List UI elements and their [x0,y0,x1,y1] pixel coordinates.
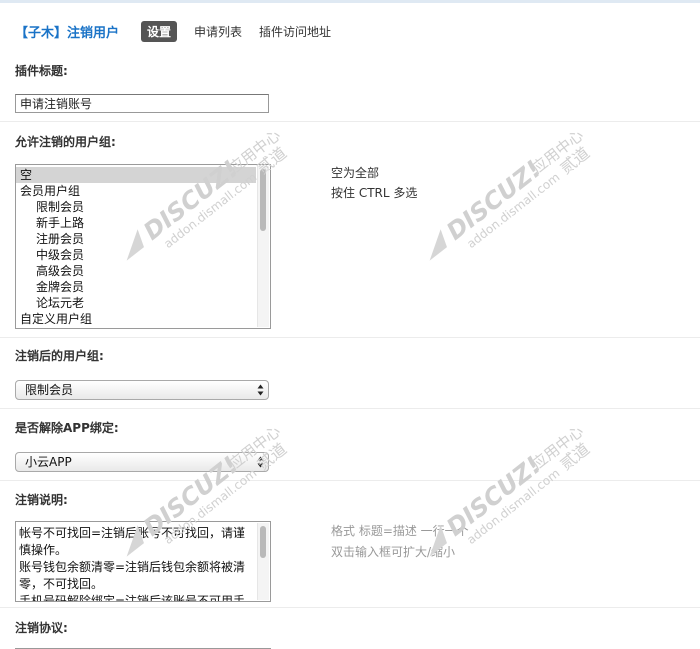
listbox-option[interactable]: 会员用户组 [16,183,270,199]
select-arrows-icon [257,456,264,468]
hint-line: 空为全部 [331,166,380,180]
after-group-value: 限制会员 [25,383,74,397]
plugin-title: 【子木】注销用户 [15,25,120,41]
description-line: 帐号不可找回=注销后账号不可找回，请谨慎操作。 [19,526,246,557]
row-divider [0,607,700,608]
watermark-cn: 应用中心 [529,132,587,177]
listbox-option[interactable]: 高级会员 [16,263,270,279]
listbox-option[interactable]: 注册会员 [16,231,270,247]
select-arrows-icon [257,384,264,396]
unbind-app-select[interactable]: 小云APP [15,452,269,472]
unbind-app-label: 是否解除APP绑定: [15,421,119,435]
description-text: 帐号不可找回=注销后账号不可找回，请谨慎操作。 账号钱包余额清零=注销后钱包余额将… [16,522,270,602]
row-divider [0,480,700,481]
description-line: 账号钱包余额清零=注销后钱包余额将被清零，不可找回。 [19,560,246,591]
listbox-option[interactable]: 自定义用户组 [16,311,270,327]
listbox-option[interactable]: 金牌会员 [16,279,270,295]
agreement-label: 注销协议: [15,621,68,635]
row-divider [0,337,700,338]
textarea-scrollbar[interactable] [257,523,269,600]
tab-application-list[interactable]: 申请列表 [194,23,242,40]
after-group-label: 注销后的用户组: [15,349,104,363]
allowed-groups-label: 允许注销的用户组: [15,135,116,149]
listbox-scrollbar[interactable] [257,166,269,327]
row-divider [0,121,700,122]
watermark-domain: addon.dismall.com [464,466,562,547]
watermark-brand: DISCUZ! [441,155,546,246]
top-border [0,0,700,3]
watermark-domain: addon.dismall.com [464,170,562,251]
watermark-partner: 贰道 [556,439,593,474]
scrollbar-thumb[interactable] [260,169,266,231]
watermark-logo: DISCUZ! 应用中心 addon.dismall.com 贰道 ® [429,132,593,261]
listbox-option[interactable]: 中级会员 [16,247,270,263]
plugin-header: 【子木】注销用户 设置 申请列表 插件访问地址 [15,20,348,42]
description-textarea[interactable]: 帐号不可找回=注销后账号不可找回，请谨慎操作。 账号钱包余额清零=注销后钱包余额将… [15,521,271,602]
plugin-title-input[interactable] [15,94,269,113]
description-label: 注销说明: [15,493,68,507]
listbox-option[interactable]: 新手上路 [16,215,270,231]
hint-line: 双击输入框可扩大/缩小 [331,545,456,559]
tab-settings[interactable]: 设置 [141,20,178,42]
unbind-app-value: 小云APP [25,455,72,469]
watermark-partner: 贰道 [556,143,593,178]
scrollbar-thumb[interactable] [260,526,266,558]
allowed-groups-hint: 空为全部 按住 CTRL 多选 [331,163,417,203]
listbox-option[interactable]: 限制会员 [16,199,270,215]
description-hint: 格式 标题=描述 一行一个 双击输入框可扩大/缩小 [331,521,469,563]
hint-line: 格式 标题=描述 一行一个 [331,524,469,538]
listbox-option[interactable]: 空 [16,167,256,183]
hint-line: 按住 CTRL 多选 [331,186,418,200]
description-line: 手机号码解除绑定=注销后该账号不可用手 [19,594,246,602]
plugin-title-label: 插件标题: [15,64,68,78]
watermark-cn: 应用中心 [529,428,587,473]
row-divider [0,408,700,409]
after-group-select[interactable]: 限制会员 [15,380,269,400]
tab-plugin-url[interactable]: 插件访问地址 [259,23,331,40]
listbox-option[interactable]: 论坛元老 [16,295,270,311]
allowed-groups-listbox[interactable]: 空会员用户组 限制会员 新手上路 注册会员 中级会员 高级会员 金牌会员 论坛元老 自定义用户组 [15,164,271,329]
